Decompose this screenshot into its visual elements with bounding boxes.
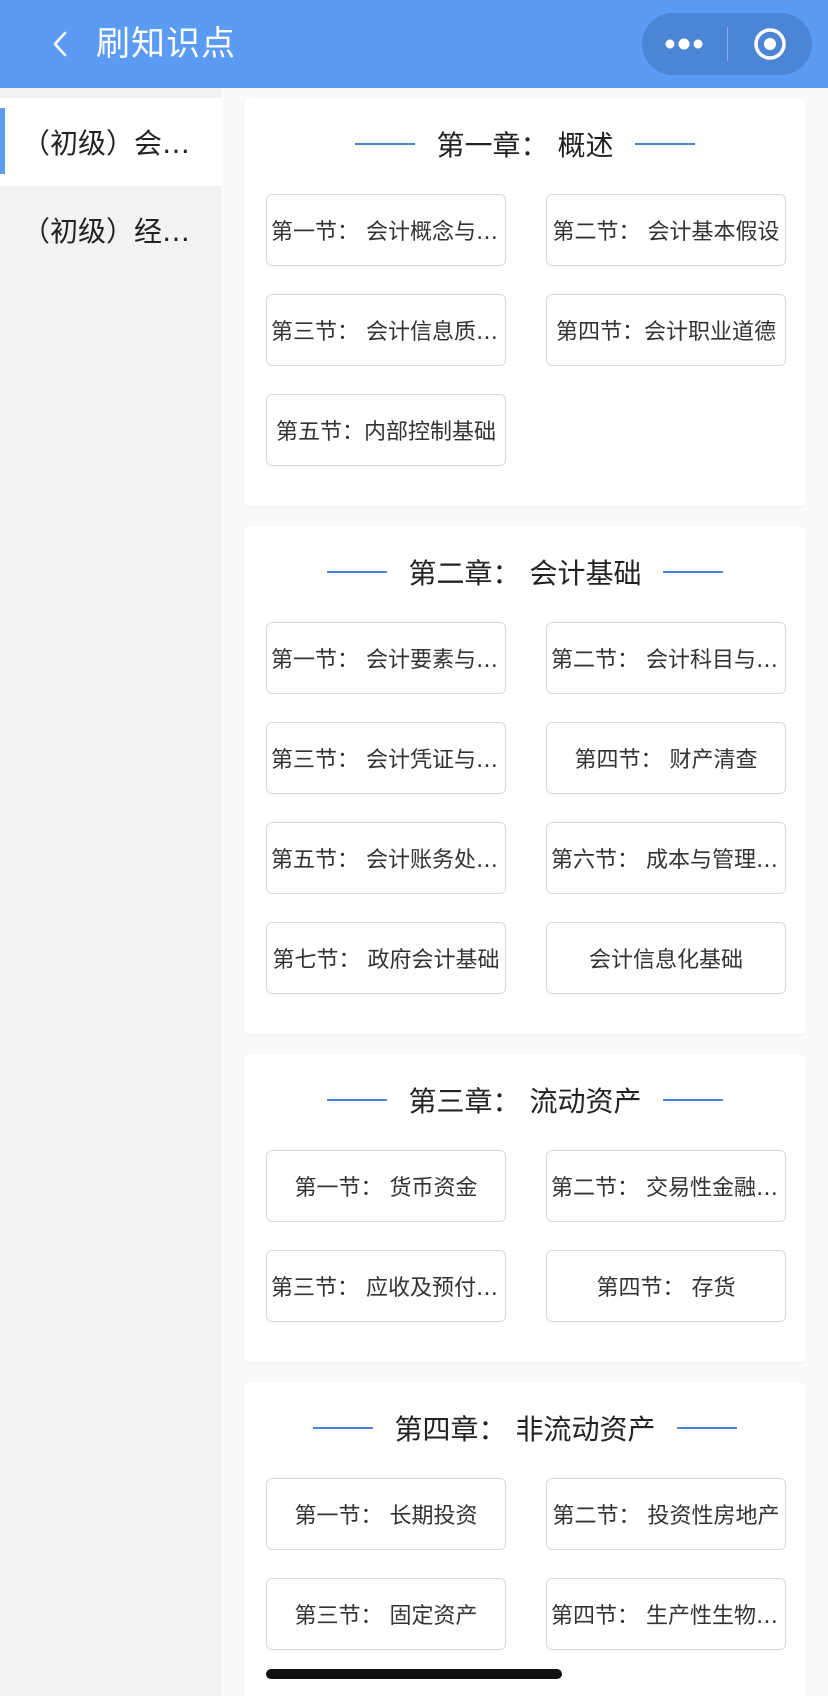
sidebar-item-label: （初级）会计基础 (22, 127, 202, 160)
chapter-title: 第一章： 概述 (436, 129, 614, 162)
target-circle-icon (754, 28, 786, 60)
section-label: 第四节：会计职业道德 (555, 320, 776, 345)
section-button[interactable]: 第三节： 会计信息质量要求 (266, 294, 506, 366)
section-label: 第三节： 固定资产 (294, 1604, 478, 1629)
section-label: 第二节： 投资性房地产 (552, 1504, 780, 1529)
page: 刷知识点 （初级）会计基础 （初级）经济法基础 (0, 0, 828, 1696)
sidebar-item-label: （初级）经济法基础 (22, 215, 202, 248)
sidebar-item-accounting[interactable]: （初级）会计基础 (0, 98, 222, 186)
section-button[interactable]: 第三节： 会计凭证与账簿 (266, 722, 506, 794)
section-button[interactable]: 第六节： 成本与管理会计基础 (546, 822, 786, 894)
back-button[interactable] (38, 22, 82, 66)
divider-line (677, 1427, 738, 1429)
chapter-header: 第二章： 会计基础 (244, 550, 806, 594)
section-button[interactable]: 第四节： 财产清查 (546, 722, 786, 794)
home-indicator (266, 1669, 562, 1679)
section-label: 第三节： 应收及预付款项 (271, 1276, 501, 1301)
section-button[interactable]: 第三节： 应收及预付款项 (266, 1250, 506, 1322)
mini-program-capsule (642, 13, 812, 75)
section-label: 第四节： 生产性生物资产 (551, 1604, 781, 1629)
section-label: 会计信息化基础 (588, 948, 743, 973)
divider-line (326, 571, 387, 573)
section-label: 第五节： 会计账务处理程序 (271, 848, 501, 873)
chapter-title: 第四章： 非流动资产 (394, 1413, 656, 1446)
section-label: 第一节： 货币资金 (294, 1176, 478, 1201)
section-button[interactable]: 会计信息化基础 (546, 922, 786, 994)
section-button[interactable]: 第二节： 交易性金融资产 (546, 1150, 786, 1222)
section-label: 第四节： 财产清查 (574, 748, 758, 773)
section-button[interactable]: 第三节： 固定资产 (266, 1578, 506, 1650)
section-button[interactable]: 第五节：内部控制基础 (266, 394, 506, 466)
section-label: 第一节： 长期投资 (294, 1504, 478, 1529)
section-button[interactable]: 第七节： 政府会计基础 (266, 922, 506, 994)
chevron-left-icon (53, 31, 67, 57)
section-button[interactable]: 第一节： 货币资金 (266, 1150, 506, 1222)
section-label: 第五节：内部控制基础 (275, 420, 496, 445)
more-button[interactable] (642, 13, 727, 75)
divider-line (635, 143, 696, 145)
section-button[interactable]: 第二节： 投资性房地产 (546, 1478, 786, 1550)
category-sidebar: （初级）会计基础 （初级）经济法基础 (0, 88, 222, 1696)
section-button[interactable]: 第四节： 生产性生物资产 (546, 1578, 786, 1650)
chapter-card: 第一章： 概述 第一节： 会计概念与目标 第二节： 会计基本假设 第三节： 会计… (244, 98, 806, 506)
chapter-title: 第二章： 会计基础 (408, 557, 642, 590)
divider-line (312, 1427, 373, 1429)
divider-line (354, 143, 415, 145)
chapter-list[interactable]: 第一章： 概述 第一节： 会计概念与目标 第二节： 会计基本假设 第三节： 会计… (222, 88, 828, 1696)
nav-bar: 刷知识点 (0, 0, 828, 88)
section-button[interactable]: 第一节： 会计概念与目标 (266, 194, 506, 266)
chapter-header: 第三章： 流动资产 (244, 1078, 806, 1122)
section-button[interactable]: 第二节： 会计科目与账户 (546, 622, 786, 694)
section-button[interactable]: 第二节： 会计基本假设 (546, 194, 786, 266)
section-label: 第七节： 政府会计基础 (272, 948, 500, 973)
close-button[interactable] (728, 13, 813, 75)
divider-line (326, 1099, 387, 1101)
section-label: 第三节： 会计信息质量要求 (271, 320, 501, 345)
section-label: 第四节： 存货 (596, 1276, 736, 1301)
divider-line (663, 571, 724, 573)
section-label: 第二节： 会计基本假设 (552, 220, 780, 245)
section-button[interactable]: 第一节： 会计要素与会计等式 (266, 622, 506, 694)
section-label: 第三节： 会计凭证与账簿 (271, 748, 501, 773)
chapter-card: 第三章： 流动资产 第一节： 货币资金 第二节： 交易性金融资产 第三节： 应收… (244, 1054, 806, 1362)
section-label: 第一节： 会计要素与会计等式 (271, 648, 501, 673)
chapter-header: 第一章： 概述 (244, 122, 806, 166)
divider-line (663, 1099, 724, 1101)
section-button[interactable]: 第四节：会计职业道德 (546, 294, 786, 366)
section-label: 第一节： 会计概念与目标 (271, 220, 501, 245)
sidebar-item-economic-law[interactable]: （初级）经济法基础 (0, 186, 222, 274)
section-label: 第二节： 交易性金融资产 (551, 1176, 781, 1201)
chapter-card: 第四章： 非流动资产 第一节： 长期投资 第二节： 投资性房地产 第三节： 固定… (244, 1382, 806, 1696)
chapter-header: 第四章： 非流动资产 (244, 1406, 806, 1450)
page-title: 刷知识点 (96, 24, 236, 64)
more-dots-icon (665, 38, 703, 50)
chapter-title: 第三章： 流动资产 (408, 1085, 642, 1118)
section-label: 第六节： 成本与管理会计基础 (551, 848, 781, 873)
chapter-card: 第二章： 会计基础 第一节： 会计要素与会计等式 第二节： 会计科目与账户 第三… (244, 526, 806, 1034)
section-button[interactable]: 第四节： 存货 (546, 1250, 786, 1322)
section-button[interactable]: 第五节： 会计账务处理程序 (266, 822, 506, 894)
section-button[interactable]: 第一节： 长期投资 (266, 1478, 506, 1550)
section-label: 第二节： 会计科目与账户 (551, 648, 781, 673)
